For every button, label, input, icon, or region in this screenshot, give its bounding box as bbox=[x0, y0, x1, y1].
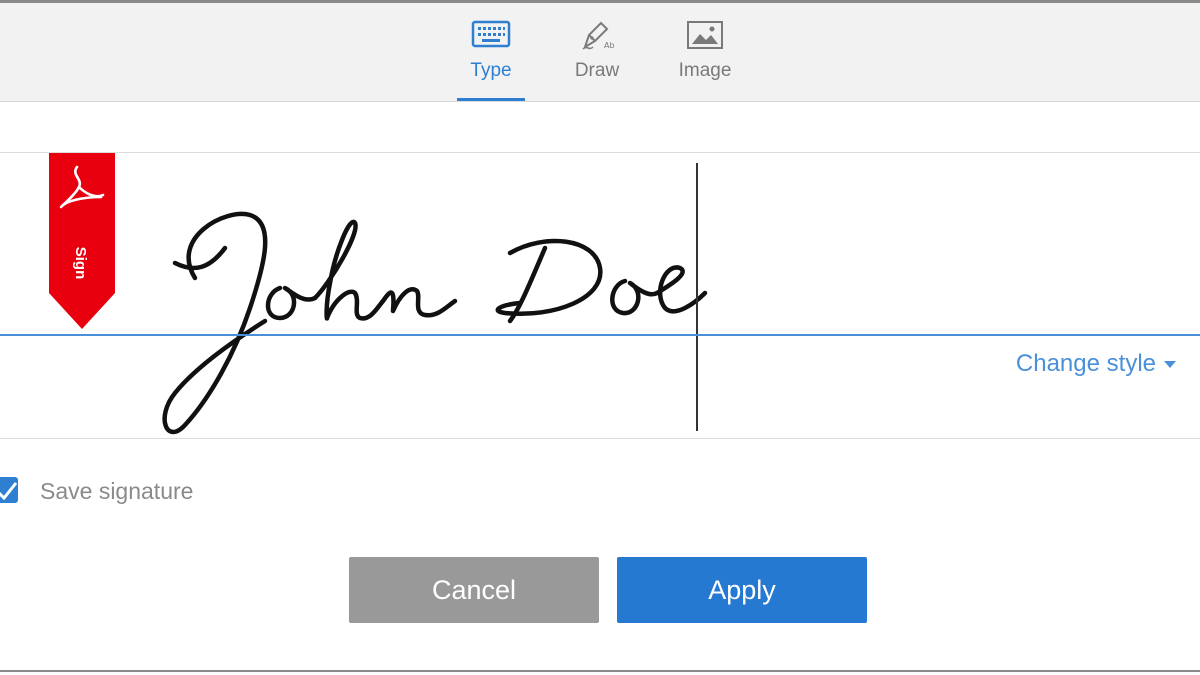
svg-text:Ab: Ab bbox=[604, 41, 615, 50]
image-icon bbox=[687, 21, 723, 49]
signature-panel[interactable]: Sign Change style bbox=[0, 152, 1200, 439]
tab-draw[interactable]: Ab Draw bbox=[557, 3, 637, 101]
text-cursor bbox=[696, 163, 698, 431]
active-tab-underline bbox=[457, 98, 525, 101]
caret-down-icon bbox=[1164, 361, 1176, 369]
save-signature-checkbox[interactable] bbox=[0, 477, 18, 503]
tab-image[interactable]: Image bbox=[665, 3, 745, 101]
change-style-link[interactable]: Change style bbox=[1016, 350, 1176, 378]
tab-draw-label: Draw bbox=[574, 60, 620, 81]
window-bottom-border bbox=[0, 670, 1200, 672]
save-signature-label: Save signature bbox=[40, 478, 194, 504]
typed-signature bbox=[162, 211, 708, 435]
tab-image-label: Image bbox=[678, 60, 732, 81]
signature-baseline bbox=[0, 334, 1200, 336]
signature-mode-tabbar: Type Ab Draw Image bbox=[0, 3, 1200, 102]
change-style-label: Change style bbox=[1015, 350, 1156, 377]
pen-icon: Ab bbox=[582, 21, 615, 50]
sign-ribbon-badge: Sign bbox=[49, 153, 115, 329]
sign-ribbon-label: Sign bbox=[72, 247, 89, 280]
tab-type-label: Type bbox=[470, 60, 512, 81]
keyboard-icon bbox=[471, 20, 511, 48]
tab-type[interactable]: Type bbox=[451, 3, 531, 101]
checkmark-icon bbox=[0, 482, 18, 501]
cancel-button[interactable]: Cancel bbox=[349, 557, 599, 623]
apply-button[interactable]: Apply bbox=[617, 557, 867, 623]
